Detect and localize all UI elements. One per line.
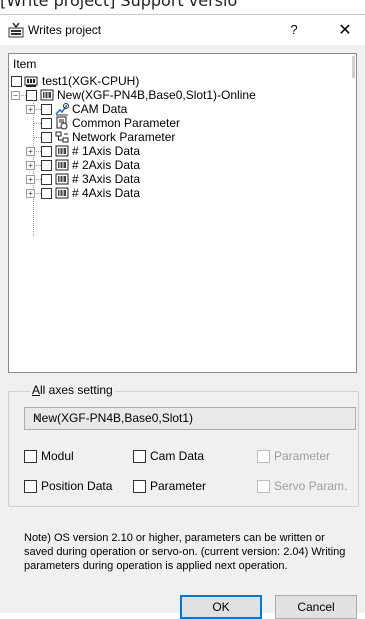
write-project-icon <box>8 22 24 38</box>
tree-row-project[interactable]: test1(XGK-CPUH) <box>11 74 311 88</box>
help-button[interactable]: ? <box>284 20 304 40</box>
position-data-checkbox[interactable]: Position Data <box>24 479 134 495</box>
parameter-icon <box>56 116 68 130</box>
scrollbar[interactable] <box>352 56 355 78</box>
expand-icon[interactable]: + <box>26 161 35 170</box>
axis-icon <box>55 187 69 199</box>
tree-row-module[interactable]: − New(XGF-PN4B,Base0,Slot1)-Online <box>11 88 351 102</box>
tree-item-checkbox[interactable] <box>41 118 52 129</box>
position-data-label: Position Data <box>41 479 113 493</box>
cam-icon <box>55 103 69 116</box>
title-bar: Writes project ? ✕ <box>0 15 365 45</box>
project-label: test1(XGK-CPUH) <box>42 74 140 88</box>
tree-item-network-parameter[interactable]: Network Parameter <box>26 130 326 144</box>
background-heading: [Write project] Support versio <box>0 0 365 14</box>
tree-header: Item <box>13 57 37 71</box>
all-axes-setting-label: All axes setting <box>30 383 115 397</box>
checkbox-box[interactable] <box>24 480 37 493</box>
mnemonic-letter: A <box>32 383 41 397</box>
cancel-button[interactable]: Cancel <box>275 595 357 619</box>
tree-item-checkbox[interactable] <box>41 160 52 171</box>
tree-item-label: # 2Axis Data <box>72 158 141 172</box>
background-heading-text: [Write project] Support versio <box>0 0 238 10</box>
module-label: New(XGF-PN4B,Base0,Slot1)-Online <box>57 88 256 102</box>
module-icon <box>40 89 54 101</box>
project-checkbox[interactable] <box>11 76 22 87</box>
cam-data-label: Cam Data <box>150 449 205 463</box>
tree-item-label: Common Parameter <box>72 116 181 130</box>
close-button[interactable]: ✕ <box>334 19 356 41</box>
tree-item-label: # 3Axis Data <box>72 172 141 186</box>
ok-button[interactable]: OK <box>180 595 262 619</box>
tree-item-checkbox[interactable] <box>41 188 52 199</box>
network-icon <box>55 131 69 143</box>
cam-data-checkbox[interactable]: Cam Data <box>133 449 243 465</box>
tree-item-checkbox[interactable] <box>41 146 52 157</box>
tree-item-label: Network Parameter <box>72 130 176 144</box>
collapse-icon[interactable]: − <box>11 91 20 100</box>
tree-item-axis-4[interactable]: + # 4Axis Data <box>26 186 326 200</box>
checkbox-box <box>257 450 270 463</box>
checkbox-box[interactable] <box>133 450 146 463</box>
parameter-disabled-label: Parameter <box>274 449 331 463</box>
project-tree[interactable]: Item test1(XGK-CPUH) − New(XGF-PN4B,Base… <box>8 53 357 373</box>
modul-checkbox[interactable]: Modul <box>24 449 124 465</box>
parameter-checkbox-disabled: Parameter <box>257 449 357 465</box>
tree-item-checkbox[interactable] <box>41 174 52 185</box>
axis-icon <box>55 173 69 185</box>
modul-label: Modul <box>41 449 74 463</box>
module-select[interactable]: New(XGF-PN4B,Base0,Slot1) ∨ <box>24 407 356 430</box>
parameter-label: Parameter <box>150 479 207 493</box>
tree-item-axis-3[interactable]: + # 3Axis Data <box>26 172 326 186</box>
checkbox-box <box>257 480 270 493</box>
checkbox-box[interactable] <box>133 480 146 493</box>
checkbox-box[interactable] <box>24 450 37 463</box>
plc-icon <box>24 76 38 87</box>
tree-item-common-parameter[interactable]: Common Parameter <box>26 116 326 130</box>
writes-project-dialog: Writes project ? ✕ Item test1(XGK-CPUH) … <box>0 14 365 619</box>
parameter-checkbox[interactable]: Parameter <box>133 479 243 495</box>
servo-param-checkbox: Servo Param. <box>257 479 362 495</box>
tree-item-axis-1[interactable]: + # 1Axis Data <box>26 144 326 158</box>
tree-item-label: # 4Axis Data <box>72 186 141 200</box>
tree-item-checkbox[interactable] <box>41 104 52 115</box>
expand-icon[interactable]: + <box>26 105 35 114</box>
tree-item-cam-data[interactable]: + CAM Data <box>26 102 326 116</box>
version-note: Note) OS version 2.10 or higher, paramet… <box>24 532 346 572</box>
servo-param-label: Servo Param. <box>274 479 348 493</box>
expand-icon[interactable]: + <box>26 147 35 156</box>
tree-item-label: # 1Axis Data <box>72 144 141 158</box>
dialog-title: Writes project <box>28 23 102 37</box>
expand-icon[interactable]: + <box>26 189 35 198</box>
axis-icon <box>55 145 69 157</box>
group-label-rest: ll axes setting <box>40 383 113 397</box>
module-checkbox[interactable] <box>26 90 37 101</box>
chevron-down-icon: ∨ <box>33 411 42 423</box>
axis-icon <box>55 159 69 171</box>
expand-icon[interactable]: + <box>26 175 35 184</box>
tree-item-label: CAM Data <box>72 102 128 116</box>
tree-item-axis-2[interactable]: + # 2Axis Data <box>26 158 326 172</box>
tree-item-checkbox[interactable] <box>41 132 52 143</box>
